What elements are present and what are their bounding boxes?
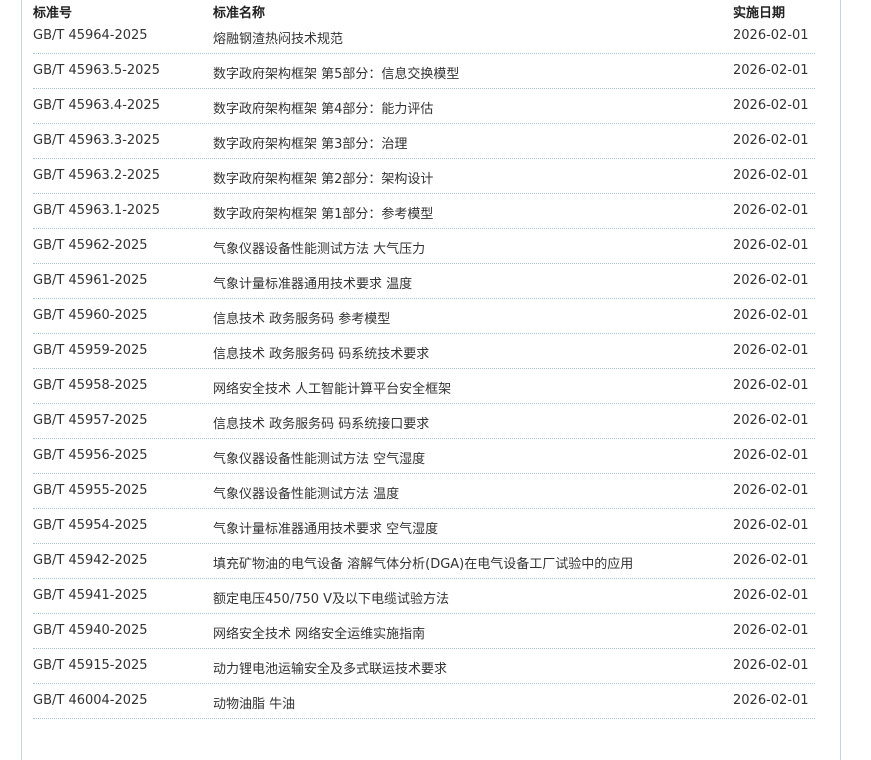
effective-date: 2026-02-01 (733, 658, 809, 673)
standard-code-link[interactable]: GB/T 45960-2025 (33, 308, 148, 323)
standard-name-link[interactable]: 数字政府架构框架 第2部分：架构设计 (213, 168, 433, 187)
effective-date: 2026-02-01 (733, 413, 809, 428)
standard-code-link[interactable]: GB/T 45958-2025 (33, 378, 148, 393)
standard-code-link[interactable]: GB/T 45961-2025 (33, 273, 148, 288)
table-row[interactable]: GB/T 45960-2025 信息技术 政务服务码 参考模型 2026-02-01 (33, 299, 815, 334)
table-row[interactable]: GB/T 45962-2025 气象仪器设备性能测试方法 大气压力 2026-02-… (33, 229, 815, 264)
standard-name-link[interactable]: 网络安全技术 人工智能计算平台安全框架 (213, 378, 451, 397)
standard-name-link[interactable]: 数字政府架构框架 第3部分：治理 (213, 133, 407, 152)
standard-code-link[interactable]: GB/T 45954-2025 (33, 518, 148, 533)
table-row[interactable]: GB/T 46004-2025 动物油脂 牛油 2026-02-01 (33, 684, 815, 719)
standard-code-link[interactable]: GB/T 45964-2025 (33, 28, 148, 43)
standard-code-link[interactable]: GB/T 45956-2025 (33, 448, 148, 463)
standard-name-link[interactable]: 动力锂电池运输安全及多式联运技术要求 (213, 658, 447, 677)
standard-name-link[interactable]: 信息技术 政务服务码 码系统技术要求 (213, 343, 429, 362)
standard-name-link[interactable]: 熔融钢渣热闷技术规范 (213, 28, 343, 47)
standard-code-link[interactable]: GB/T 45963.5-2025 (33, 63, 160, 78)
effective-date: 2026-02-01 (733, 623, 809, 638)
standard-name-link[interactable]: 数字政府架构框架 第1部分：参考模型 (213, 203, 433, 222)
standard-name-link[interactable]: 气象计量标准器通用技术要求 空气湿度 (213, 518, 438, 537)
standard-code-link[interactable]: GB/T 45963.1-2025 (33, 203, 160, 218)
table-row[interactable]: GB/T 45956-2025 气象仪器设备性能测试方法 空气湿度 2026-02-… (33, 439, 815, 474)
effective-date: 2026-02-01 (733, 518, 809, 533)
standard-code-link[interactable]: GB/T 45963.4-2025 (33, 98, 160, 113)
table-row[interactable]: GB/T 45942-2025 填充矿物油的电气设备 溶解气体分析(DGA)在电气… (33, 544, 815, 579)
standard-name-link[interactable]: 网络安全技术 网络安全运维实施指南 (213, 623, 425, 642)
effective-date: 2026-02-01 (733, 378, 809, 393)
table-row[interactable]: GB/T 45959-2025 信息技术 政务服务码 码系统技术要求 2026-02… (33, 334, 815, 369)
table-row[interactable]: GB/T 45963.4-2025 数字政府架构框架 第4部分：能力评估 2026-… (33, 89, 815, 124)
table-row[interactable]: GB/T 45955-2025 气象仪器设备性能测试方法 温度 2026-02-01 (33, 474, 815, 509)
standard-code-link[interactable]: GB/T 45962-2025 (33, 238, 148, 253)
standard-name-link[interactable]: 动物油脂 牛油 (213, 693, 295, 712)
standard-code-link[interactable]: GB/T 45915-2025 (33, 658, 148, 673)
standard-name-link[interactable]: 气象仪器设备性能测试方法 空气湿度 (213, 448, 425, 467)
effective-date: 2026-02-01 (733, 553, 809, 568)
standard-code-link[interactable]: GB/T 45955-2025 (33, 483, 148, 498)
table-header: 标准号 标准名称 实施日期 (33, 0, 815, 21)
standard-name-link[interactable]: 气象计量标准器通用技术要求 温度 (213, 273, 412, 292)
effective-date: 2026-02-01 (733, 168, 809, 183)
standard-name-link[interactable]: 气象仪器设备性能测试方法 温度 (213, 483, 399, 502)
standard-name-link[interactable]: 填充矿物油的电气设备 溶解气体分析(DGA)在电气设备工厂试验中的应用 (213, 553, 633, 572)
standard-code-link[interactable]: GB/T 45940-2025 (33, 623, 148, 638)
standard-code-link[interactable]: GB/T 45963.2-2025 (33, 168, 160, 183)
standard-name-link[interactable]: 气象仪器设备性能测试方法 大气压力 (213, 238, 425, 257)
effective-date: 2026-02-01 (733, 133, 809, 148)
table-row[interactable]: GB/T 45957-2025 信息技术 政务服务码 码系统接口要求 2026-02… (33, 404, 815, 439)
effective-date: 2026-02-01 (733, 343, 809, 358)
standard-name-link[interactable]: 信息技术 政务服务码 参考模型 (213, 308, 390, 327)
table-row[interactable]: GB/T 45963.2-2025 数字政府架构框架 第2部分：架构设计 2026-… (33, 159, 815, 194)
table-row[interactable]: GB/T 45963.3-2025 数字政府架构框架 第3部分：治理 2026-02… (33, 124, 815, 159)
table-row[interactable]: GB/T 45964-2025 熔融钢渣热闷技术规范 2026-02-01 (33, 19, 815, 54)
standards-table: GB/T 45964-2025 熔融钢渣热闷技术规范 2026-02-01 GB/T … (33, 19, 815, 719)
effective-date: 2026-02-01 (733, 203, 809, 218)
table-row[interactable]: GB/T 45958-2025 网络安全技术 人工智能计算平台安全框架 2026-0… (33, 369, 815, 404)
standard-code-link[interactable]: GB/T 45957-2025 (33, 413, 148, 428)
effective-date: 2026-02-01 (733, 273, 809, 288)
table-row[interactable]: GB/T 45963.5-2025 数字政府架构框架 第5部分：信息交换模型 202… (33, 54, 815, 89)
standard-code-link[interactable]: GB/T 45959-2025 (33, 343, 148, 358)
effective-date: 2026-02-01 (733, 448, 809, 463)
effective-date: 2026-02-01 (733, 238, 809, 253)
effective-date: 2026-02-01 (733, 98, 809, 113)
table-row[interactable]: GB/T 45954-2025 气象计量标准器通用技术要求 空气湿度 2026-02… (33, 509, 815, 544)
effective-date: 2026-02-01 (733, 693, 809, 708)
effective-date: 2026-02-01 (733, 588, 809, 603)
standard-code-link[interactable]: GB/T 45942-2025 (33, 553, 148, 568)
standard-code-link[interactable]: GB/T 45941-2025 (33, 588, 148, 603)
standard-code-link[interactable]: GB/T 45963.3-2025 (33, 133, 160, 148)
table-row[interactable]: GB/T 45915-2025 动力锂电池运输安全及多式联运技术要求 2026-02… (33, 649, 815, 684)
effective-date: 2026-02-01 (733, 28, 809, 43)
table-row[interactable]: GB/T 45941-2025 额定电压450/750 V及以下电缆试验方法 202… (33, 579, 815, 614)
effective-date: 2026-02-01 (733, 483, 809, 498)
standard-name-link[interactable]: 数字政府架构框架 第5部分：信息交换模型 (213, 63, 459, 82)
standard-name-link[interactable]: 数字政府架构框架 第4部分：能力评估 (213, 98, 433, 117)
effective-date: 2026-02-01 (733, 63, 809, 78)
table-row[interactable]: GB/T 45961-2025 气象计量标准器通用技术要求 温度 2026-02-0… (33, 264, 815, 299)
standard-name-link[interactable]: 额定电压450/750 V及以下电缆试验方法 (213, 588, 449, 607)
table-row[interactable]: GB/T 45940-2025 网络安全技术 网络安全运维实施指南 2026-02-… (33, 614, 815, 649)
effective-date: 2026-02-01 (733, 308, 809, 323)
standard-name-link[interactable]: 信息技术 政务服务码 码系统接口要求 (213, 413, 429, 432)
table-row[interactable]: GB/T 45963.1-2025 数字政府架构框架 第1部分：参考模型 2026-… (33, 194, 815, 229)
standard-code-link[interactable]: GB/T 46004-2025 (33, 693, 148, 708)
